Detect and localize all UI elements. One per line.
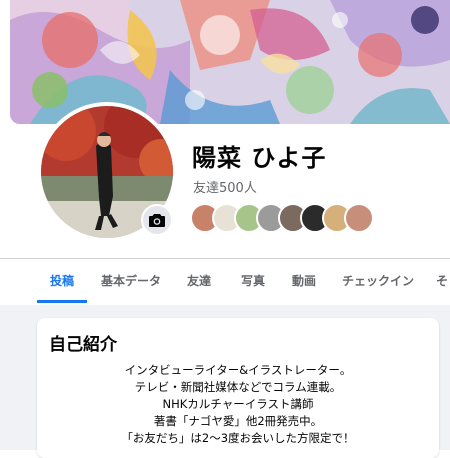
friends-count-link[interactable]: 友達500人 [193,177,257,196]
profile-name: 陽菜 ひよ子 [192,144,327,172]
cover-illustration [10,0,450,124]
intro-card: 自己紹介 インタビューライター&イラストレーター。 テレビ・新聞社媒体などでコラ… [37,318,439,458]
bio-line: NHKカルチャーイラスト講師 [162,397,314,411]
change-profile-photo-button[interactable] [141,204,173,236]
tab-more[interactable]: そ [436,259,450,305]
bio-line: インタビューライター&イラストレーター。 [124,363,352,377]
active-tab-indicator [37,300,87,303]
bio-line: 「お友だち」は2〜3度お会いした方限定で！ [121,431,355,445]
intro-title: 自己紹介 [49,335,117,355]
bio-line: テレビ・新聞社媒体などでコラム連載。 [134,380,342,394]
bio-line: 著書「ナゴヤ愛」他2冊発売中。 [153,414,323,428]
tab-check-ins[interactable]: チェックイン [338,259,418,305]
tab-friends[interactable]: 友達 [176,259,222,305]
tab-videos[interactable]: 動画 [284,259,324,305]
cover-photo[interactable] [10,0,450,124]
intro-bio: インタビューライター&イラストレーター。 テレビ・新聞社媒体などでコラム連載。 … [37,362,439,447]
camera-icon [149,214,165,227]
profile-tabs: 投稿 基本データ 友達 写真 動画 チェックイン そ [0,259,450,305]
friend-avatar[interactable] [344,203,374,233]
tab-about[interactable]: 基本データ [96,259,166,305]
tab-photos[interactable]: 写真 [230,259,276,305]
tab-posts[interactable]: 投稿 [37,259,87,305]
